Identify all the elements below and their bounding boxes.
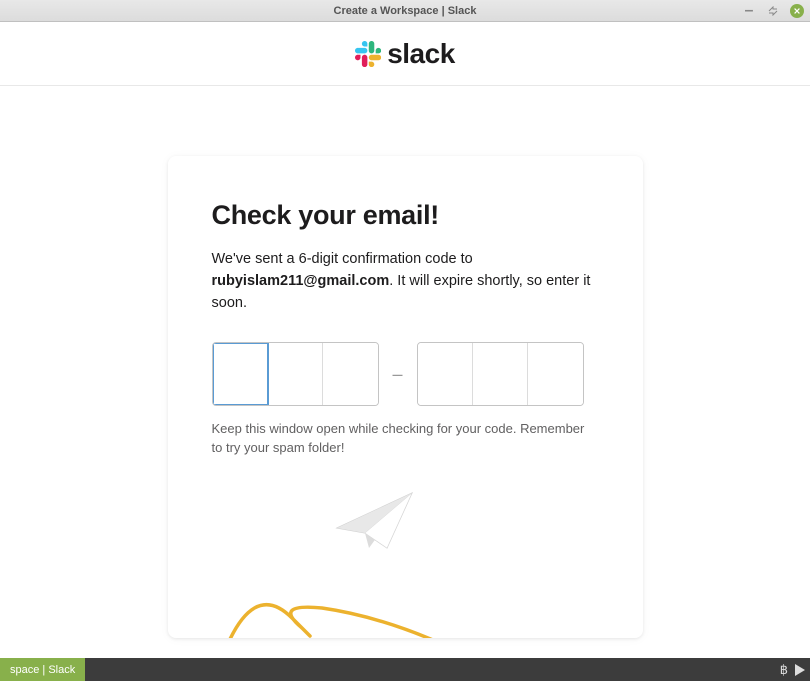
close-button[interactable] — [790, 4, 804, 18]
code-separator: – — [393, 364, 403, 385]
confirmation-card: Check your email! We've sent a 6-digit c… — [168, 156, 643, 638]
maximize-button[interactable] — [766, 4, 780, 18]
bluetooth-icon[interactable]: ฿ — [780, 662, 788, 678]
tray-icon[interactable] — [794, 663, 806, 677]
card-heading: Check your email! — [212, 200, 599, 231]
code-digit-5[interactable] — [473, 343, 528, 405]
app-header: slack — [0, 22, 810, 86]
card-hint: Keep this window open while checking for… — [212, 420, 599, 458]
code-digit-6[interactable] — [528, 343, 583, 405]
code-group-1 — [212, 342, 379, 406]
code-digit-1[interactable] — [213, 343, 268, 405]
code-input-row: – — [212, 342, 599, 406]
code-digit-2[interactable] — [268, 343, 323, 405]
slack-logo: slack — [355, 38, 455, 70]
desc-email: rubyislam211@gmail.com — [212, 273, 390, 289]
code-digit-4[interactable] — [418, 343, 473, 405]
minimize-button[interactable]: – — [742, 4, 756, 18]
main-scroll-area[interactable]: Check your email! We've sent a 6-digit c… — [0, 86, 810, 658]
taskbar-app-item[interactable]: space | Slack — [0, 658, 85, 681]
window-title: Create a Workspace | Slack — [334, 5, 477, 17]
taskbar-item-label: space | Slack — [10, 664, 75, 676]
paper-plane-illustration — [212, 488, 599, 638]
paper-plane-icon — [337, 493, 412, 548]
code-group-2 — [417, 342, 584, 406]
card-description: We've sent a 6-digit confirmation code t… — [212, 249, 599, 314]
desc-prefix: We've sent a 6-digit confirmation code t… — [212, 251, 473, 267]
slack-logo-text: slack — [387, 38, 455, 70]
code-digit-3[interactable] — [323, 343, 378, 405]
app-content: slack Check your email! We've sent a 6-d… — [0, 22, 810, 658]
window-titlebar: Create a Workspace | Slack – — [0, 0, 810, 22]
slack-hash-icon — [355, 41, 381, 67]
taskbar: space | Slack ฿ — [0, 658, 810, 681]
